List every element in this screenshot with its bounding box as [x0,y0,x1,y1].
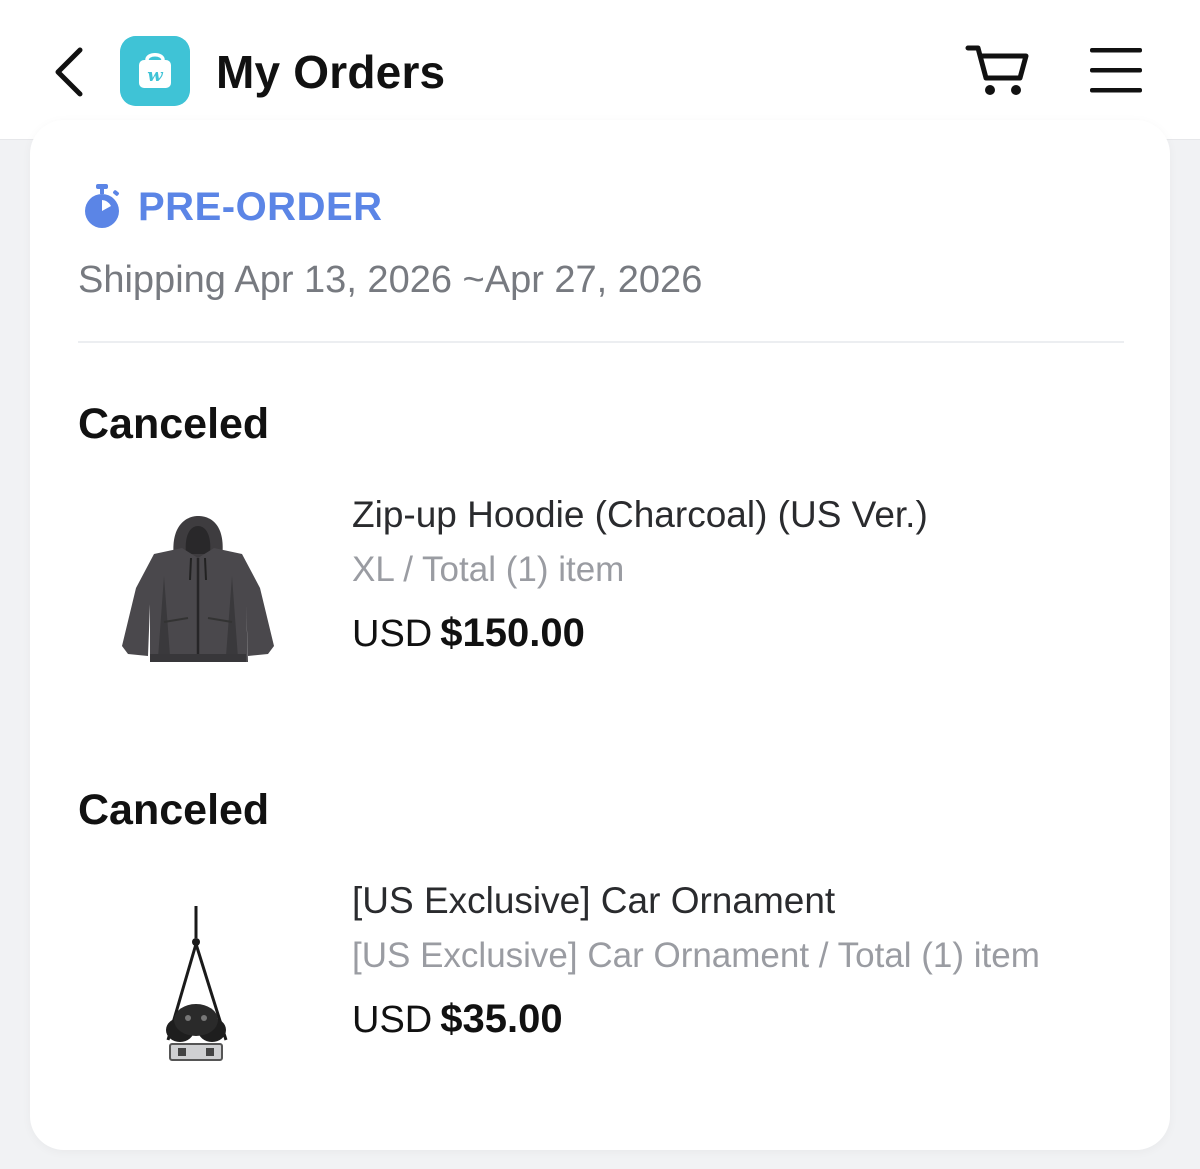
price-currency: USD [352,999,433,1041]
page-title: My Orders [216,46,446,98]
app-logo-icon: w [120,36,190,106]
order-card: PRE-ORDER Shipping Apr 13, 2026 ~Apr 27,… [30,120,1170,1150]
price-amount: $35.00 [440,997,563,1041]
order-item[interactable]: Canceled Zip-up Hoodie (Charcoal) (US Ve… [78,398,1124,738]
product-name[interactable]: [US Exclusive] Car Ornament [352,878,835,924]
hamburger-menu-icon[interactable] [1088,44,1144,96]
price-currency: USD [352,613,433,655]
stopwatch-icon [85,184,119,228]
cart-icon[interactable] [964,40,1034,100]
order-status: Canceled [78,786,270,834]
shipping-dates: Shipping Apr 13, 2026 ~Apr 27, 2026 [78,259,703,301]
car-ornament-image[interactable] [98,880,298,1080]
product-price: USD $150.00 [352,608,585,667]
product-price: USD $35.00 [352,994,563,1053]
divider [78,341,1124,343]
product-option: [US Exclusive] Car Ornament / Total (1) … [352,936,1040,975]
preorder-label: PRE-ORDER [138,185,383,229]
logo-letter: w [147,65,164,86]
price-amount: $150.00 [440,611,585,655]
top-bar: w My Orders [0,0,1200,140]
back-icon[interactable] [48,42,92,102]
product-option: XL / Total (1) item [352,550,625,589]
order-item[interactable]: Canceled [US Exclusive] Car Ornament [US… [78,784,1124,1124]
order-status: Canceled [78,400,270,448]
hoodie-image[interactable] [98,496,298,696]
product-name[interactable]: Zip-up Hoodie (Charcoal) (US Ver.) [352,492,928,538]
